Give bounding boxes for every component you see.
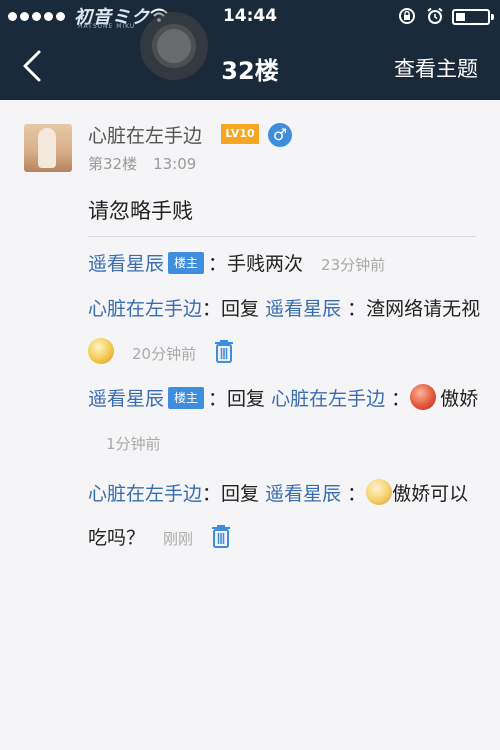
host-tag: 楼主	[168, 251, 205, 274]
post-author-name[interactable]: 心脏在左手边	[88, 121, 202, 148]
battery-level	[456, 13, 465, 21]
floor-info: 第32楼 13:09	[88, 153, 196, 174]
status-bar: 初音ミク HATSUNE MIKU 14:44	[0, 0, 500, 34]
reply-item[interactable]: 遥看星辰 楼主 ：手贱两次 23分钟前	[88, 242, 483, 287]
reply-time: 1分钟前	[106, 435, 161, 453]
reply-to-user[interactable]: 遥看星辰	[265, 298, 341, 320]
avatar[interactable]	[24, 124, 72, 172]
reply-prefix: ：回复	[208, 388, 272, 410]
reply-text: ：	[385, 388, 411, 410]
level-badge: LV10	[221, 124, 259, 144]
reply-to-user[interactable]: 遥看星辰	[265, 483, 341, 505]
reply-prefix: ：回复	[202, 483, 266, 505]
reply-text: ：手贱两次	[208, 253, 304, 275]
angry-emoji-icon	[410, 383, 437, 410]
host-tag: 楼主	[168, 386, 205, 409]
crying-emoji-icon	[366, 478, 393, 505]
assistive-touch-button[interactable]	[140, 12, 208, 80]
floor-number: 第32楼	[88, 155, 138, 173]
battery-icon	[452, 9, 494, 25]
reply-time: 刚刚	[163, 530, 194, 548]
post-time: 13:09	[153, 155, 197, 173]
reply-text: ：渣网络请无视	[341, 298, 481, 320]
reply-item[interactable]: 心脏在左手边：回复 遥看星辰 ：傲娇可以吃吗？ 刚刚	[88, 472, 483, 561]
delete-trash-icon[interactable]	[211, 524, 231, 548]
reply-prefix: ：回复	[202, 298, 266, 320]
male-gender-icon: ♂	[268, 123, 292, 147]
reply-time: 23分钟前	[321, 256, 386, 274]
reply-item[interactable]: 遥看星辰 楼主 ：回复 心脏在左手边 ： 傲娇 1分钟前	[88, 377, 483, 466]
reply-author[interactable]: 遥看星辰	[88, 253, 164, 275]
back-button[interactable]	[14, 46, 54, 86]
smile-emoji-icon	[88, 337, 114, 364]
reply-item[interactable]: 心脏在左手边：回复 遥看星辰 ：渣网络请无视 20分钟前	[88, 287, 483, 376]
reply-to-user[interactable]: 心脏在左手边	[271, 388, 385, 410]
reply-text: ：	[341, 483, 367, 505]
alarm-icon	[427, 7, 443, 24]
rotation-lock-icon	[399, 8, 415, 24]
delete-trash-icon[interactable]	[214, 339, 234, 363]
reply-text: 傲娇	[440, 388, 479, 410]
view-topic-button[interactable]: 查看主题	[394, 53, 478, 83]
reply-author[interactable]: 心脏在左手边	[88, 298, 202, 320]
reply-author[interactable]: 遥看星辰	[88, 388, 164, 410]
reply-author[interactable]: 心脏在左手边	[88, 483, 202, 505]
navigation-bar: 32楼 查看主题	[0, 34, 500, 100]
status-time: 14:44	[222, 6, 278, 26]
post-content: 请忽略手贱	[88, 199, 193, 223]
reply-time: 20分钟前	[132, 345, 197, 363]
divider	[88, 236, 476, 237]
